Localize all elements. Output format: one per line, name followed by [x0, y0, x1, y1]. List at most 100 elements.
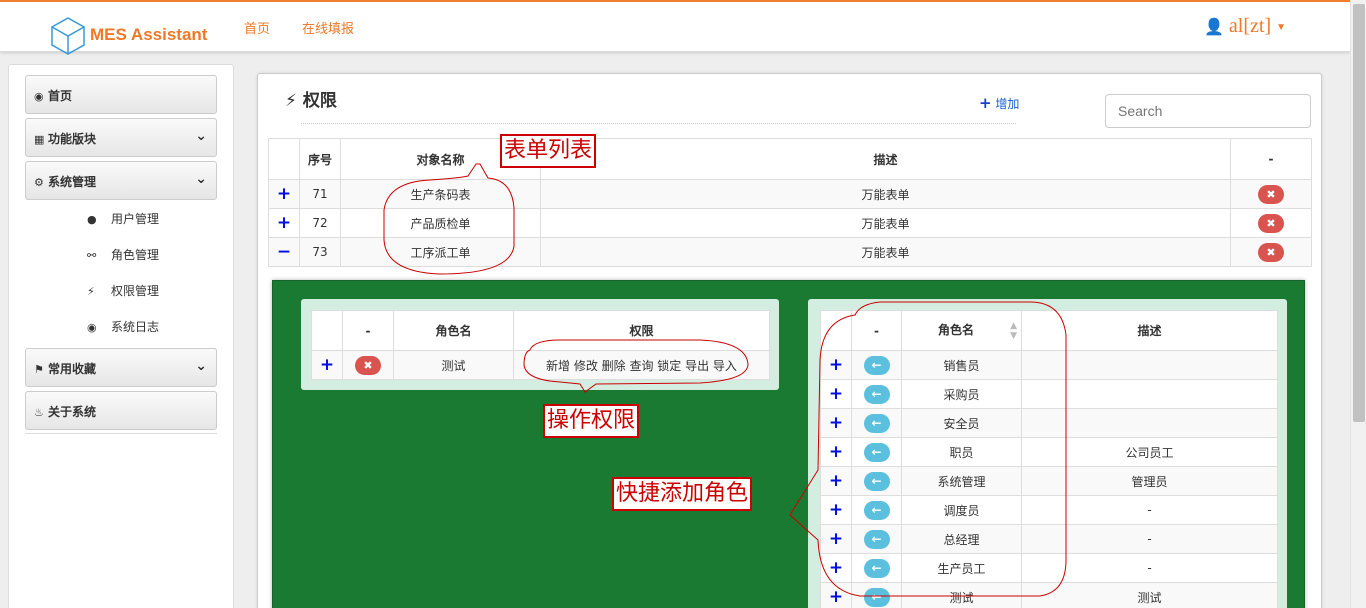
- row-role: 采购员: [901, 379, 1022, 409]
- column-header-desc[interactable]: 描述: [1021, 310, 1278, 351]
- sidebar-item-modules[interactable]: ▦ 功能版块 ⌄: [25, 118, 217, 157]
- row-desc: 公司员工: [1021, 437, 1278, 467]
- table-row: + ← 采购员: [820, 379, 1278, 409]
- delete-icon[interactable]: ✖: [1258, 184, 1284, 204]
- row-name: 工序派工单: [340, 237, 541, 267]
- sidebar-item-about[interactable]: ♨ 关于系统: [25, 391, 217, 430]
- table-row: + ← 调度员 -: [820, 495, 1278, 525]
- add-button[interactable]: + 增加: [979, 94, 1019, 112]
- expand-plus-icon[interactable]: +: [829, 587, 843, 607]
- plus-icon: +: [979, 94, 992, 112]
- expand-column-header: [268, 138, 300, 180]
- row-role: 调度员: [901, 495, 1022, 525]
- expand-plus-icon[interactable]: +: [277, 213, 291, 233]
- row-desc: 万能表单: [540, 237, 1231, 267]
- row-desc: 万能表单: [540, 179, 1231, 209]
- arrow-left-icon[interactable]: ←: [863, 558, 890, 578]
- annotation-quick-add-role: 快捷添加角色: [612, 477, 753, 511]
- delete-icon[interactable]: ✖: [1258, 242, 1284, 262]
- row-role: 系统管理: [901, 466, 1022, 496]
- fire-icon: ♨: [34, 406, 44, 419]
- sidebar-item-home[interactable]: ◉ 首页: [25, 75, 217, 114]
- expand-column-header: [820, 310, 852, 351]
- glasses-icon: ⚯: [87, 249, 97, 262]
- user-menu[interactable]: 👤 al[zt] ▼: [1204, 15, 1286, 38]
- expand-plus-icon[interactable]: +: [829, 529, 843, 549]
- row-permissions[interactable]: 新增 修改 删除 查询 锁定 导出 导入: [513, 350, 770, 380]
- column-header-role[interactable]: 角色名 ▲ ▼: [901, 310, 1022, 351]
- sidebar-sub-permissions[interactable]: ⚡ 权限管理: [87, 282, 159, 299]
- expand-plus-icon[interactable]: +: [829, 442, 843, 462]
- expand-plus-icon[interactable]: +: [829, 355, 843, 375]
- sidebar-sub-logs[interactable]: ◉ 系统日志: [87, 318, 159, 335]
- annotation-form-list: 表单列表: [500, 134, 597, 168]
- column-header-desc[interactable]: 描述: [540, 138, 1231, 180]
- page-scrollbar[interactable]: [1350, 0, 1366, 608]
- title-divider: [301, 123, 1016, 124]
- search-input[interactable]: [1105, 94, 1311, 128]
- bolt-icon: ⚡: [285, 91, 297, 111]
- table-row: + ← 系统管理 管理员: [820, 466, 1278, 496]
- arrow-left-icon[interactable]: ←: [863, 587, 890, 607]
- chevron-down-icon: ⌄: [195, 358, 207, 374]
- column-header-action: -: [342, 310, 394, 351]
- expand-plus-icon[interactable]: +: [829, 471, 843, 491]
- user-icon: 👤: [1204, 19, 1224, 36]
- scrollbar-thumb[interactable]: [1353, 4, 1365, 422]
- delete-icon[interactable]: ✖: [1258, 213, 1284, 233]
- chevron-down-icon: ⌄: [195, 128, 207, 144]
- collapse-minus-icon[interactable]: −: [277, 242, 291, 262]
- role-permission-table: - 角色名 权限 + ✖ 测试 新增 修改 删除 查询 锁定 导出 导入: [311, 310, 770, 380]
- row-desc: -: [1021, 553, 1278, 583]
- row-name: 产品质检单: [340, 208, 541, 238]
- row-role: 职员: [901, 437, 1022, 467]
- nav-link-home[interactable]: 首页: [244, 18, 270, 37]
- arrow-left-icon[interactable]: ←: [863, 413, 890, 433]
- sidebar-sub-users[interactable]: ● 用户管理: [87, 210, 159, 227]
- arrow-left-icon[interactable]: ←: [863, 471, 890, 491]
- cube-logo-icon: [51, 17, 85, 55]
- expand-plus-icon[interactable]: +: [277, 184, 291, 204]
- arrow-left-icon[interactable]: ←: [863, 442, 890, 462]
- sidebar-item-favorites[interactable]: ⚑ 常用收藏 ⌄: [25, 348, 217, 387]
- arrow-left-icon[interactable]: ←: [863, 384, 890, 404]
- row-id: 72: [299, 208, 341, 238]
- sidebar-sub-roles[interactable]: ⚯ 角色管理: [87, 246, 159, 263]
- delete-icon[interactable]: ✖: [355, 355, 381, 375]
- row-desc: 万能表单: [540, 208, 1231, 238]
- table-row: − 73 工序派工单 万能表单 ✖: [268, 237, 1312, 267]
- arrow-left-icon[interactable]: ←: [863, 500, 890, 520]
- row-desc: 管理员: [1021, 466, 1278, 496]
- column-header-permission[interactable]: 权限: [513, 310, 770, 351]
- column-header-id[interactable]: 序号: [299, 138, 341, 180]
- expand-plus-icon[interactable]: +: [829, 500, 843, 520]
- table-row: + ← 职员 公司员工: [820, 437, 1278, 467]
- expand-plus-icon[interactable]: +: [320, 355, 334, 375]
- arrow-left-icon[interactable]: ←: [863, 529, 890, 549]
- eye-icon: ◉: [87, 321, 97, 334]
- row-name: 生产条码表: [340, 179, 541, 209]
- brand-name[interactable]: MES Assistant: [90, 25, 207, 45]
- column-header-role[interactable]: 角色名: [393, 310, 514, 351]
- user-icon: ●: [87, 213, 97, 226]
- expand-plus-icon[interactable]: +: [829, 384, 843, 404]
- nav-link-online-fill[interactable]: 在线填报: [302, 18, 354, 37]
- column-header-action: -: [851, 310, 902, 351]
- row-id: 71: [299, 179, 341, 209]
- row-role: 测试: [901, 582, 1022, 608]
- row-role: 销售员: [901, 350, 1022, 380]
- sort-icon[interactable]: ▲ ▼: [1010, 321, 1017, 341]
- table-row: + ← 安全员: [820, 408, 1278, 438]
- sidebar-item-system[interactable]: ⚙ 系统管理 ⌄: [25, 161, 217, 200]
- arrow-left-icon[interactable]: ←: [863, 355, 890, 375]
- row-id: 73: [299, 237, 341, 267]
- dashboard-icon: ◉: [34, 90, 44, 103]
- table-row: + ✖ 测试 新增 修改 删除 查询 锁定 导出 导入: [311, 350, 770, 380]
- table-row: + 72 产品质检单 万能表单 ✖: [268, 208, 1312, 238]
- bolt-icon: ⚡: [87, 285, 95, 298]
- grid-icon: ▦: [34, 133, 45, 146]
- expand-plus-icon[interactable]: +: [829, 413, 843, 433]
- expand-plus-icon[interactable]: +: [829, 558, 843, 578]
- forms-table: 序号 对象名称 描述 - + 71 生产条码表 万能表单 ✖ + 72 产品质检…: [268, 138, 1312, 267]
- chevron-down-icon: ⌄: [195, 171, 207, 187]
